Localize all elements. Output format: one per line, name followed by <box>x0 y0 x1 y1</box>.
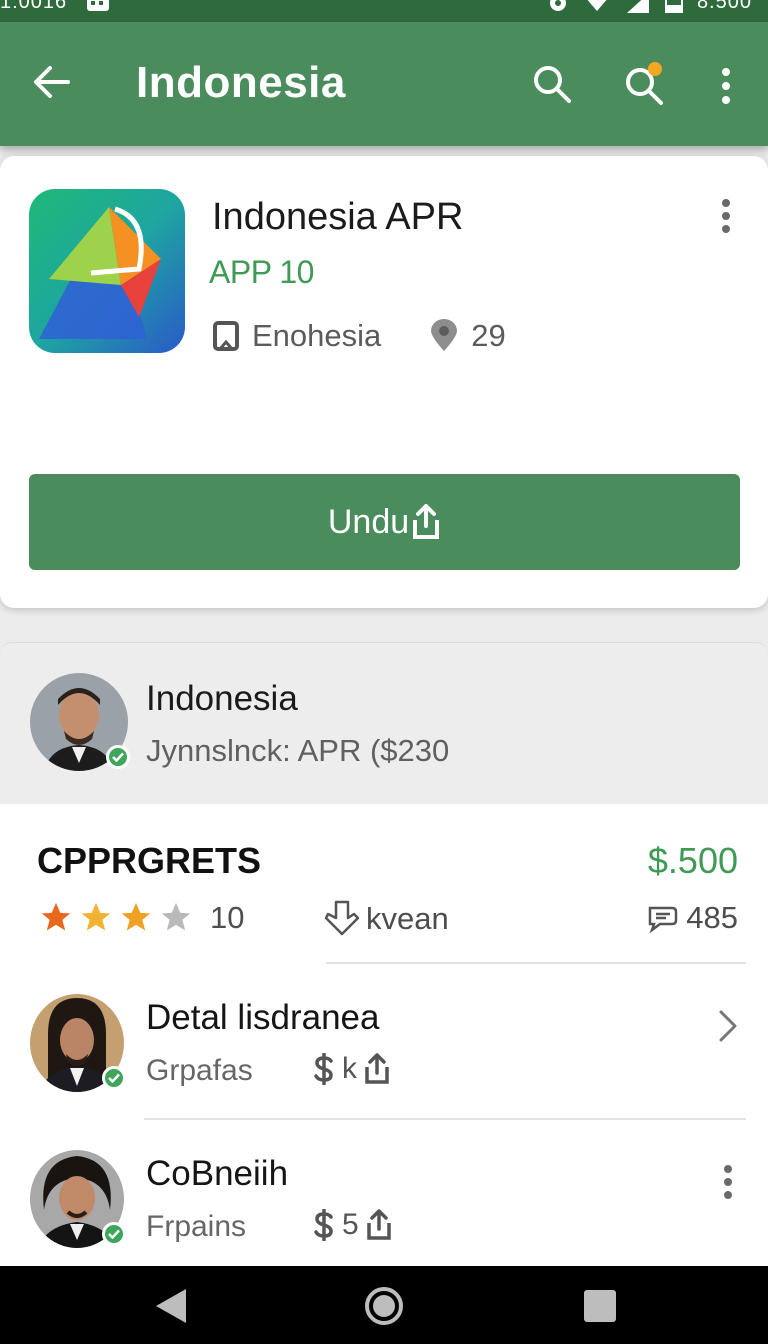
row-menu-button[interactable] <box>710 1160 746 1204</box>
chat-bubble-icon <box>649 906 678 934</box>
more-vert-icon <box>722 68 730 104</box>
battery-icon <box>663 0 685 13</box>
publisher-subtitle: Jynnslnck: APR ($230 <box>146 733 450 768</box>
location-item: 29 <box>429 318 506 354</box>
dollar-icon <box>314 1209 333 1241</box>
download-button-label: Undu <box>327 502 410 541</box>
row-stat-value: k <box>342 1052 357 1085</box>
status-right: 8.500 <box>545 0 752 18</box>
more-vert-icon <box>724 1165 732 1199</box>
app-bar: Indonesia <box>0 22 768 146</box>
search-notification-button[interactable] <box>618 58 670 110</box>
row-open-button[interactable] <box>710 1004 746 1048</box>
status-bar: 1:0016 8.500 <box>0 0 768 22</box>
row-stats: k <box>312 1052 391 1086</box>
back-button[interactable] <box>30 60 74 104</box>
more-vert-icon <box>722 199 730 233</box>
share-upload-icon <box>365 1053 389 1084</box>
rating-row: 10 kvean 485 <box>38 900 738 940</box>
star-filled-icon <box>81 902 111 931</box>
star-rating <box>38 900 194 934</box>
publisher-section[interactable]: Indonesia Jynnslnck: APR ($230 <box>0 642 768 804</box>
review-count: 485 <box>686 900 738 935</box>
divider <box>144 1118 746 1120</box>
settings-icon <box>545 0 571 13</box>
verified-badge-icon <box>102 1066 126 1090</box>
category-item: Enohesia <box>212 318 381 354</box>
row-title: CoBneiih <box>146 1154 289 1193</box>
notification-icon <box>85 0 113 13</box>
arrow-back-icon <box>34 66 70 98</box>
search-button[interactable] <box>528 60 576 108</box>
search-notification-icon <box>626 62 663 105</box>
download-button[interactable]: Undu <box>29 474 740 570</box>
page-title: Indonesia <box>136 58 346 107</box>
nav-back-button[interactable] <box>148 1284 192 1328</box>
row-avatar <box>30 994 126 1092</box>
verified-badge-icon <box>102 1222 126 1246</box>
list-item[interactable]: Detal lisdranea Grpafas k <box>0 978 768 1118</box>
bookmark-icon <box>213 321 239 351</box>
search-icon <box>534 66 571 103</box>
location-count: 29 <box>471 318 506 353</box>
row-avatar <box>30 1150 126 1248</box>
download-text: kvean <box>366 901 449 936</box>
status-left: 1:0016 <box>0 0 113 18</box>
chevron-right-icon <box>719 1010 737 1042</box>
wifi-icon <box>583 0 611 13</box>
publisher-name: Indonesia <box>146 679 298 718</box>
download-stat: kvean <box>324 900 449 938</box>
verified-badge-icon <box>106 745 130 769</box>
signal-icon <box>623 0 651 13</box>
section-title: CPPRGRETS <box>37 840 262 881</box>
app-logo-icon <box>29 189 185 353</box>
row-stat-value: 5 <box>342 1208 359 1241</box>
list-item[interactable]: CoBneiih Frpains 5 <box>0 1134 768 1274</box>
download-hand-icon <box>324 900 360 936</box>
star-filled-icon <box>41 902 71 931</box>
publisher-avatar <box>30 673 130 771</box>
details-list: CPPRGRETS $.500 10 kvean 485 Detal lisdr… <box>0 804 768 1266</box>
star-empty-icon <box>161 902 191 931</box>
app-card: Indonesia APR APP 10 Enohesia 29 Undu <box>0 156 768 608</box>
app-card-menu-button[interactable] <box>708 196 744 236</box>
nav-home-icon <box>365 1287 403 1325</box>
review-stat: 485 <box>646 900 738 936</box>
app-name: Indonesia APR <box>212 196 464 238</box>
dollar-icon <box>314 1053 333 1085</box>
status-time: 1:0016 <box>0 0 68 13</box>
section-price: $.500 <box>647 840 738 881</box>
share-upload-icon <box>366 1209 391 1240</box>
navigation-bar <box>0 1266 768 1344</box>
overflow-menu-button[interactable] <box>704 62 748 110</box>
nav-home-button[interactable] <box>362 1284 406 1328</box>
share-upload-icon <box>413 504 440 539</box>
app-version: APP 10 <box>209 254 314 290</box>
nav-recents-button[interactable] <box>578 1284 622 1328</box>
row-subtitle: Frpains <box>146 1210 247 1243</box>
nav-back-icon <box>156 1289 186 1323</box>
nav-recents-icon <box>584 1290 616 1322</box>
divider <box>326 962 746 964</box>
category-text: Enohesia <box>252 318 382 353</box>
row-title: Detal lisdranea <box>146 998 380 1037</box>
battery-text: 8.500 <box>696 0 752 13</box>
location-pin-icon <box>431 319 458 351</box>
rating-count: 10 <box>210 900 245 935</box>
app-meta-row: Enohesia 29 <box>212 318 506 354</box>
row-stats: 5 <box>312 1208 393 1242</box>
star-filled-icon <box>121 902 151 931</box>
row-subtitle: Grpafas <box>146 1054 253 1087</box>
